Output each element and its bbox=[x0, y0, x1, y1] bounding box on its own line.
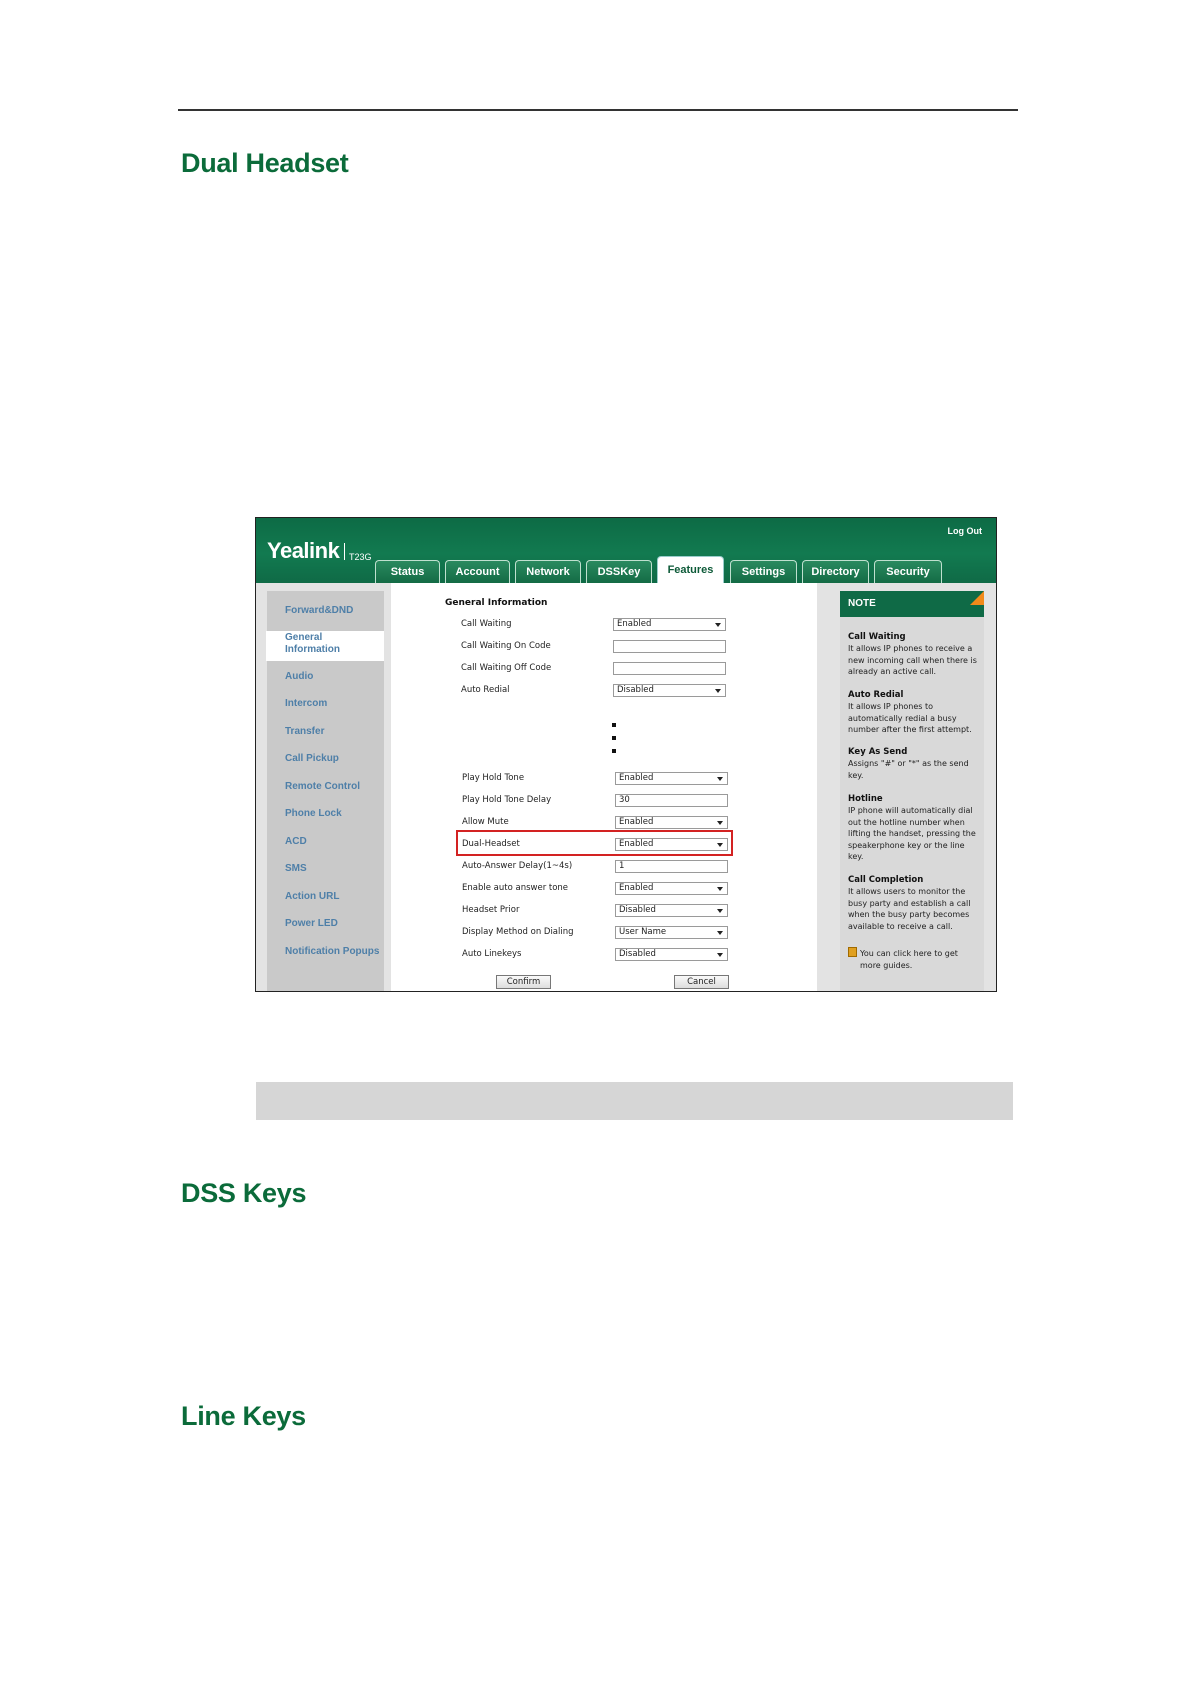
note-text-hotline: IP phone will automatically dial out the… bbox=[848, 806, 976, 861]
note-title-auto-redial: Auto Redial bbox=[848, 690, 904, 700]
dropdown-arrow-icon bbox=[715, 689, 721, 693]
cancel-button[interactable]: Cancel bbox=[674, 975, 729, 989]
label-auto-linekeys: Auto Linekeys bbox=[462, 949, 522, 959]
note-title-call-completion: Call Completion bbox=[848, 875, 924, 885]
note-title-hotline: Hotline bbox=[848, 794, 883, 804]
select-call-waiting-value: Enabled bbox=[617, 619, 652, 629]
brand-logo: Yealink bbox=[267, 538, 340, 563]
nav-phone-lock[interactable]: Phone Lock bbox=[285, 808, 342, 819]
section-title: General Information bbox=[445, 598, 548, 608]
nav-general-information[interactable]: General Information bbox=[285, 632, 340, 656]
heading-dual-headset: Dual Headset bbox=[181, 148, 349, 178]
dual-headset-highlight-box bbox=[456, 830, 733, 856]
label-auto-redial: Auto Redial bbox=[461, 685, 510, 695]
label-auto-answer-delay: Auto-Answer Delay(1~4s) bbox=[462, 861, 573, 871]
logo-separator bbox=[344, 543, 345, 560]
tab-directory[interactable]: Directory bbox=[802, 560, 869, 583]
select-call-waiting[interactable]: Enabled bbox=[613, 618, 726, 631]
tab-account[interactable]: Account bbox=[445, 560, 510, 583]
select-allow-mute[interactable]: Enabled bbox=[615, 816, 728, 829]
nav-remote-control[interactable]: Remote Control bbox=[285, 781, 360, 792]
label-play-hold-tone: Play Hold Tone bbox=[462, 773, 525, 783]
main-panel bbox=[391, 583, 817, 991]
web-ui-screenshot: Yealink T23G Log Out Status Account Netw… bbox=[255, 517, 997, 992]
input-auto-answer-delay[interactable]: 1 bbox=[615, 860, 728, 873]
select-play-hold-tone-value: Enabled bbox=[619, 773, 654, 783]
select-auto-redial-value: Disabled bbox=[617, 685, 654, 695]
note-corner-icon bbox=[970, 591, 984, 605]
heading-dss-keys: DSS Keys bbox=[181, 1178, 307, 1208]
note-title-key-as-send: Key As Send bbox=[848, 747, 908, 757]
ellipsis-dot bbox=[612, 723, 616, 727]
nav-sms[interactable]: SMS bbox=[285, 863, 307, 874]
select-enable-auto-answer-tone[interactable]: Enabled bbox=[615, 882, 728, 895]
label-headset-prior: Headset Prior bbox=[462, 905, 520, 915]
nav-action-url[interactable]: Action URL bbox=[285, 891, 339, 902]
nav-power-led[interactable]: Power LED bbox=[285, 918, 338, 929]
select-auto-linekeys-value: Disabled bbox=[619, 949, 656, 959]
ellipsis-dot bbox=[612, 749, 616, 753]
tab-status[interactable]: Status bbox=[375, 560, 440, 583]
label-enable-auto-answer-tone: Enable auto answer tone bbox=[462, 883, 569, 893]
label-allow-mute: Allow Mute bbox=[462, 817, 509, 827]
select-display-method-on-dialing[interactable]: User Name bbox=[615, 926, 728, 939]
logout-link[interactable]: Log Out bbox=[948, 526, 983, 536]
dropdown-arrow-icon bbox=[717, 931, 723, 935]
ellipsis-dot bbox=[612, 736, 616, 740]
dropdown-arrow-icon bbox=[717, 887, 723, 891]
label-display-method-on-dialing: Display Method on Dialing bbox=[462, 927, 574, 937]
select-auto-redial[interactable]: Disabled bbox=[613, 684, 726, 697]
input-call-waiting-off-code[interactable] bbox=[613, 662, 726, 675]
nav-call-pickup[interactable]: Call Pickup bbox=[285, 753, 339, 764]
tab-features[interactable]: Features bbox=[657, 556, 724, 584]
label-call-waiting-off-code: Call Waiting Off Code bbox=[461, 663, 552, 673]
nav-forward-dnd[interactable]: Forward&DND bbox=[285, 605, 353, 616]
nav-transfer[interactable]: Transfer bbox=[285, 726, 324, 737]
header-rule bbox=[178, 109, 1018, 111]
dropdown-arrow-icon bbox=[717, 953, 723, 957]
input-call-waiting-on-code[interactable] bbox=[613, 640, 726, 653]
dropdown-arrow-icon bbox=[715, 623, 721, 627]
note-title-call-waiting: Call Waiting bbox=[848, 632, 906, 642]
select-headset-prior[interactable]: Disabled bbox=[615, 904, 728, 917]
label-play-hold-tone-delay: Play Hold Tone Delay bbox=[462, 795, 552, 805]
top-bar: Yealink T23G Log Out Status Account Netw… bbox=[256, 518, 996, 584]
label-call-waiting: Call Waiting bbox=[461, 619, 512, 629]
model-label: T23G bbox=[349, 552, 372, 562]
tab-dsskey[interactable]: DSSKey bbox=[586, 560, 652, 583]
note-text-call-waiting: It allows IP phones to receive a new inc… bbox=[848, 644, 977, 676]
tab-security[interactable]: Security bbox=[874, 560, 942, 583]
dropdown-arrow-icon bbox=[717, 909, 723, 913]
nav-intercom[interactable]: Intercom bbox=[285, 698, 327, 709]
select-enable-auto-answer-tone-value: Enabled bbox=[619, 883, 654, 893]
select-play-hold-tone[interactable]: Enabled bbox=[615, 772, 728, 785]
note-tip-link[interactable]: You can click here to get more guides. bbox=[860, 948, 978, 971]
note-header: NOTE bbox=[840, 591, 984, 617]
tab-network[interactable]: Network bbox=[515, 560, 581, 583]
tab-settings[interactable]: Settings bbox=[730, 560, 797, 583]
nav-notification-popups[interactable]: Notification Popups bbox=[285, 946, 379, 957]
select-headset-prior-value: Disabled bbox=[619, 905, 656, 915]
input-play-hold-tone-delay[interactable]: 30 bbox=[615, 794, 728, 807]
note-text-key-as-send: Assigns "#" or "*" as the send key. bbox=[848, 759, 969, 780]
dropdown-arrow-icon bbox=[717, 821, 723, 825]
label-call-waiting-on-code: Call Waiting On Code bbox=[461, 641, 551, 651]
select-allow-mute-value: Enabled bbox=[619, 817, 654, 827]
nav-audio[interactable]: Audio bbox=[285, 671, 313, 682]
dropdown-arrow-icon bbox=[717, 777, 723, 781]
select-display-method-value: User Name bbox=[619, 927, 667, 937]
note-text-auto-redial: It allows IP phones to automatically red… bbox=[848, 702, 972, 734]
heading-line-keys: Line Keys bbox=[181, 1401, 306, 1431]
nav-acd[interactable]: ACD bbox=[285, 836, 307, 847]
confirm-button[interactable]: Confirm bbox=[496, 975, 551, 989]
guide-icon bbox=[848, 947, 857, 957]
note-text-call-completion: It allows users to monitor the busy part… bbox=[848, 887, 971, 931]
select-auto-linekeys[interactable]: Disabled bbox=[615, 948, 728, 961]
note-bar bbox=[256, 1082, 1013, 1120]
